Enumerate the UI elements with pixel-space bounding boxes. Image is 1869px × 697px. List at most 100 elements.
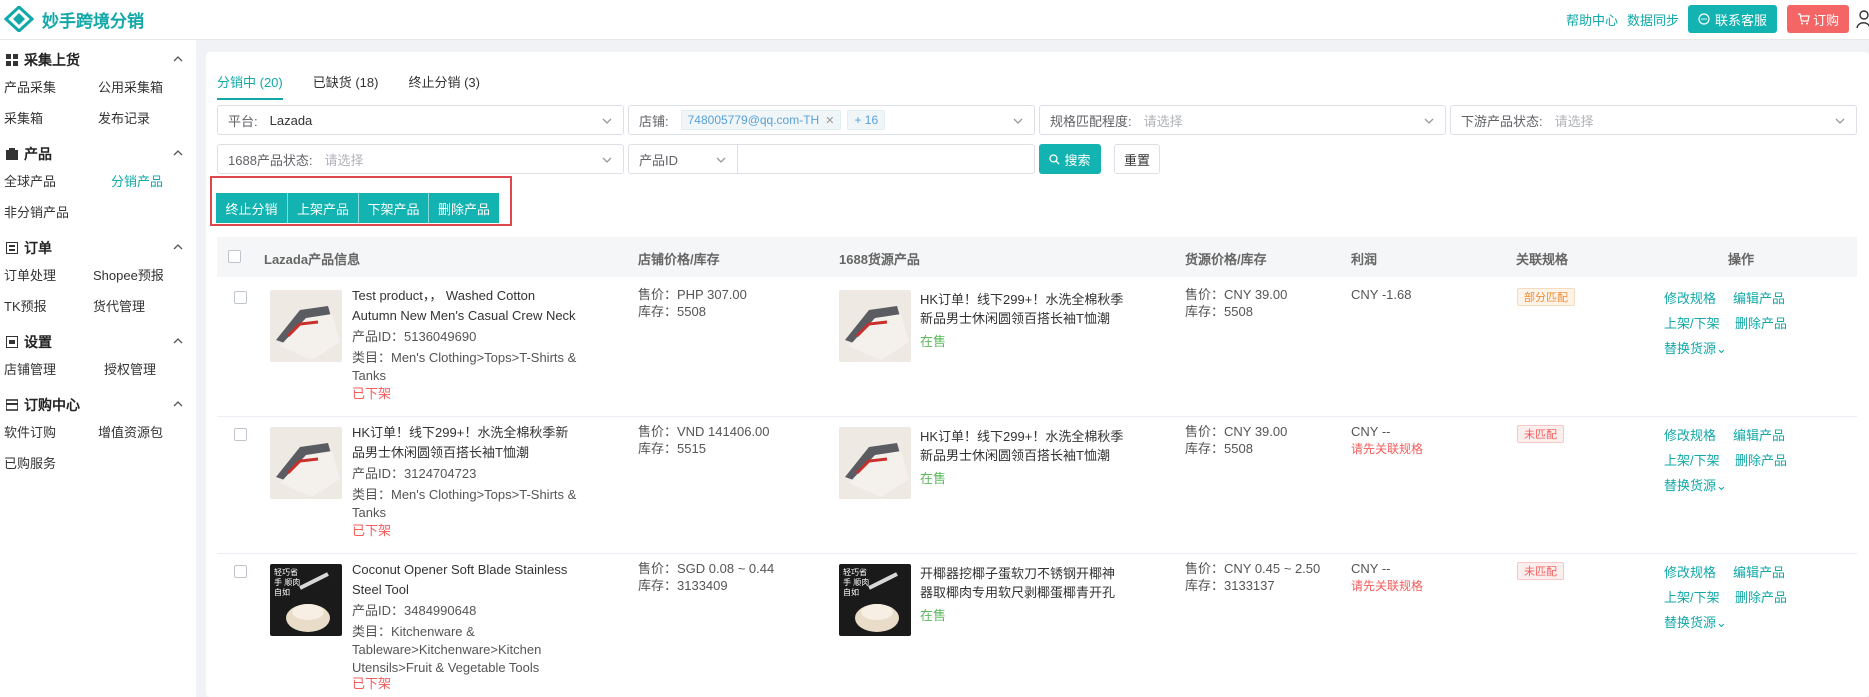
data-sync-link[interactable]: 数据同步 xyxy=(1627,10,1679,29)
edit-product-link[interactable]: 编辑产品 xyxy=(1733,562,1785,581)
sidebar-item-software-order[interactable]: 软件订购 xyxy=(4,422,56,441)
source-price: 售价：CNY 39.00 xyxy=(1185,287,1288,302)
sidebar-item-purchased-services[interactable]: 已购服务 xyxy=(4,453,56,472)
sidebar-item-forwarder-management[interactable]: 货代管理 xyxy=(93,296,145,315)
chevron-up-icon xyxy=(173,56,183,62)
contact-service-button[interactable]: 联系客服 xyxy=(1687,5,1777,33)
delete-product-link[interactable]: 删除产品 xyxy=(1735,587,1787,606)
settings-icon xyxy=(6,336,18,348)
source-thumbnail[interactable] xyxy=(839,427,911,499)
match-badge: 未匹配 xyxy=(1517,562,1564,580)
source-thumbnail[interactable] xyxy=(839,290,911,362)
terminate-distribution-button[interactable]: 终止分销 xyxy=(216,193,288,223)
match-badge: 部分匹配 xyxy=(1517,288,1575,306)
id-type-select[interactable]: 产品ID xyxy=(628,144,738,174)
product-title[interactable]: Coconut Opener Soft Blade Stainless Stee… xyxy=(352,560,577,600)
buy-button[interactable]: 订购 xyxy=(1786,5,1849,33)
sidebar-item-collect-box[interactable]: 采集箱 xyxy=(4,108,43,127)
user-icon[interactable] xyxy=(1855,9,1869,29)
select-all-checkbox[interactable] xyxy=(228,250,241,263)
sidebar-section-subscription[interactable]: 订购中心 xyxy=(0,393,196,417)
replace-source-label: 替换货源 xyxy=(1664,615,1717,630)
edit-spec-link[interactable]: 修改规格 xyxy=(1664,562,1716,581)
delete-products-button[interactable]: 删除产品 xyxy=(429,193,499,223)
status-1688-select[interactable]: 1688产品状态: 请选择 xyxy=(217,144,624,174)
shop-tag[interactable]: 748005779@qq.com-TH ✕ xyxy=(680,110,842,130)
sidebar-section-product[interactable]: 产品 xyxy=(0,142,196,166)
status-1688-label: 1688产品状态: xyxy=(228,152,313,168)
row-checkbox[interactable] xyxy=(234,428,247,441)
source-title[interactable]: HK订单！线下299+！水洗全棉秋季新品男士休闲圆领百搭长袖T恤潮 xyxy=(920,290,1125,328)
delete-product-link[interactable]: 删除产品 xyxy=(1735,313,1787,332)
edit-product-link[interactable]: 编辑产品 xyxy=(1733,288,1785,307)
tab-out-of-stock[interactable]: 已缺货 (18) xyxy=(313,72,379,100)
grid-icon xyxy=(6,54,18,66)
platform-select[interactable]: 平台: Lazada xyxy=(217,105,624,135)
downstream-status-placeholder: 请选择 xyxy=(1554,113,1594,129)
sidebar-item-distribution-products[interactable]: 分销产品 xyxy=(111,171,163,190)
product-thumbnail[interactable] xyxy=(270,290,342,362)
tab-terminated[interactable]: 终止分销 (3) xyxy=(408,72,480,100)
product-title[interactable]: HK订单！线下299+！水洗全棉秋季新品男士休闲圆领百搭长袖T恤潮 xyxy=(352,423,577,463)
replace-source-link[interactable]: 替换货源⌄ xyxy=(1664,475,1727,494)
product-id-input[interactable] xyxy=(737,144,1035,174)
sidebar-item-global-products[interactable]: 全球产品 xyxy=(4,171,56,190)
shop-more-tag[interactable]: + 16 xyxy=(847,110,886,130)
sidebar-section-collect[interactable]: 采集上货 xyxy=(0,48,196,72)
sidebar-section-orders[interactable]: 订单 xyxy=(0,236,196,260)
shelf-toggle-link[interactable]: 上架/下架 xyxy=(1664,450,1720,469)
shelf-toggle-link[interactable]: 上架/下架 xyxy=(1664,313,1720,332)
replace-source-link[interactable]: 替换货源⌄ xyxy=(1664,338,1727,357)
cart-icon xyxy=(1797,13,1810,25)
shop-select[interactable]: 店铺: 748005779@qq.com-TH ✕ + 16 xyxy=(628,105,1035,135)
shop-tag-label: 748005779@qq.com-TH xyxy=(687,113,820,127)
close-icon[interactable]: ✕ xyxy=(825,114,834,127)
sidebar-item-non-distribution-products[interactable]: 非分销产品 xyxy=(4,202,69,221)
source-stock: 库存：5508 xyxy=(1185,441,1253,456)
sidebar-item-tk-forecast[interactable]: TK预报 xyxy=(4,296,47,315)
sidebar-item-product-collect[interactable]: 产品采集 xyxy=(4,77,56,96)
sidebar-item-public-collect-box[interactable]: 公用采集箱 xyxy=(98,77,163,96)
app-logo[interactable]: 妙手跨境分销 xyxy=(4,6,144,32)
card-icon xyxy=(6,399,18,411)
source-status: 在售 xyxy=(920,471,947,486)
source-status: 在售 xyxy=(920,608,947,623)
shop-price: 售价：VND 141406.00 xyxy=(638,424,770,439)
sidebar-item-value-added-pack[interactable]: 增值资源包 xyxy=(98,422,163,441)
downstream-status-select[interactable]: 下游产品状态: 请选择 xyxy=(1450,105,1857,135)
search-button[interactable]: 搜索 xyxy=(1039,144,1101,174)
sidebar-item-publish-records[interactable]: 发布记录 xyxy=(98,108,150,127)
help-center-link[interactable]: 帮助中心 xyxy=(1566,10,1618,29)
replace-source-label: 替换货源 xyxy=(1664,341,1717,356)
list-products-button[interactable]: 上架产品 xyxy=(288,193,359,223)
spec-match-select[interactable]: 规格匹配程度: 请选择 xyxy=(1039,105,1446,135)
product-thumbnail[interactable] xyxy=(270,427,342,499)
edit-product-link[interactable]: 编辑产品 xyxy=(1733,425,1785,444)
buy-label: 订购 xyxy=(1812,12,1839,28)
sidebar-section-settings[interactable]: 设置 xyxy=(0,330,196,354)
replace-source-link[interactable]: 替换货源⌄ xyxy=(1664,612,1727,631)
source-thumbnail[interactable]: 轻巧省手 顺肉自如 xyxy=(839,564,911,636)
reset-button[interactable]: 重置 xyxy=(1114,144,1160,174)
product-title[interactable]: Test product，， Washed Cotton Autumn New … xyxy=(352,286,577,326)
sidebar-item-shop-management[interactable]: 店铺管理 xyxy=(4,359,56,378)
status-tabs: 分销中 (20) 已缺货 (18) 终止分销 (3) xyxy=(217,72,510,100)
sidebar-item-auth-management[interactable]: 授权管理 xyxy=(104,359,156,378)
table-header: Lazada产品信息 店铺价格/库存 1688货源产品 货源价格/库存 利润 关… xyxy=(217,237,1857,277)
tab-distributing[interactable]: 分销中 (20) xyxy=(217,72,283,100)
shelf-toggle-link[interactable]: 上架/下架 xyxy=(1664,587,1720,606)
product-id: 产品ID：5136049690 xyxy=(352,329,477,344)
delist-products-button[interactable]: 下架产品 xyxy=(359,193,429,223)
shop-stock: 库存：5515 xyxy=(638,441,706,456)
edit-spec-link[interactable]: 修改规格 xyxy=(1664,288,1716,307)
source-title[interactable]: HK订单！线下299+！水洗全棉秋季新品男士休闲圆领百搭长袖T恤潮 xyxy=(920,427,1125,465)
source-title[interactable]: 开椰器挖椰子蛋软刀不锈钢开椰神器取椰肉专用软尺剥椰蛋椰青开孔 xyxy=(920,564,1125,602)
edit-spec-link[interactable]: 修改规格 xyxy=(1664,425,1716,444)
row-checkbox[interactable] xyxy=(234,565,247,578)
row-checkbox[interactable] xyxy=(234,291,247,304)
shop-stock: 库存：3133409 xyxy=(638,578,728,593)
sidebar-item-shopee-forecast[interactable]: Shopee预报 xyxy=(93,265,164,284)
delete-product-link[interactable]: 删除产品 xyxy=(1735,450,1787,469)
sidebar-item-order-processing[interactable]: 订单处理 xyxy=(4,265,56,284)
product-thumbnail[interactable]: 轻巧省手 顺肉自如 xyxy=(270,564,342,636)
